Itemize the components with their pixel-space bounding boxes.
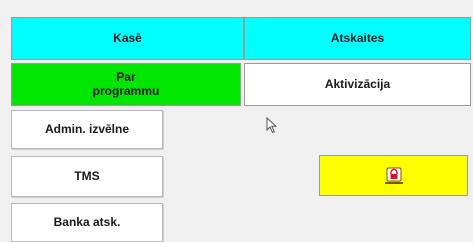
par-programmu-button[interactable]: Par programmu	[11, 63, 241, 106]
lock-button[interactable]	[319, 155, 468, 196]
banka-atsk-label: Banka atsk.	[53, 214, 121, 229]
mouse-cursor-icon	[266, 117, 278, 134]
admin-izvelne-label: Admin. izvēlne	[44, 121, 130, 136]
par-programmu-label-line2: programmu	[92, 83, 160, 98]
atskaites-tab-label: Atskaites	[330, 30, 385, 45]
kase-tab[interactable]: Kasē	[11, 17, 244, 60]
atskaites-tab[interactable]: Atskaites	[244, 17, 471, 60]
app-window: Kasē Atskaites Par programmu Aktivizācij…	[0, 0, 473, 242]
aktivizacija-label: Aktivizācija	[324, 76, 391, 91]
tms-label: TMS	[74, 168, 100, 183]
tms-button[interactable]: TMS	[11, 156, 163, 197]
aktivizacija-button[interactable]: Aktivizācija	[244, 63, 471, 106]
lock-icon	[383, 165, 405, 187]
kase-tab-label: Kasē	[113, 30, 142, 45]
banka-atsk-button[interactable]: Banka atsk.	[11, 203, 163, 242]
par-programmu-label-line1: Par	[116, 69, 136, 84]
admin-izvelne-button[interactable]: Admin. izvēlne	[11, 110, 163, 149]
